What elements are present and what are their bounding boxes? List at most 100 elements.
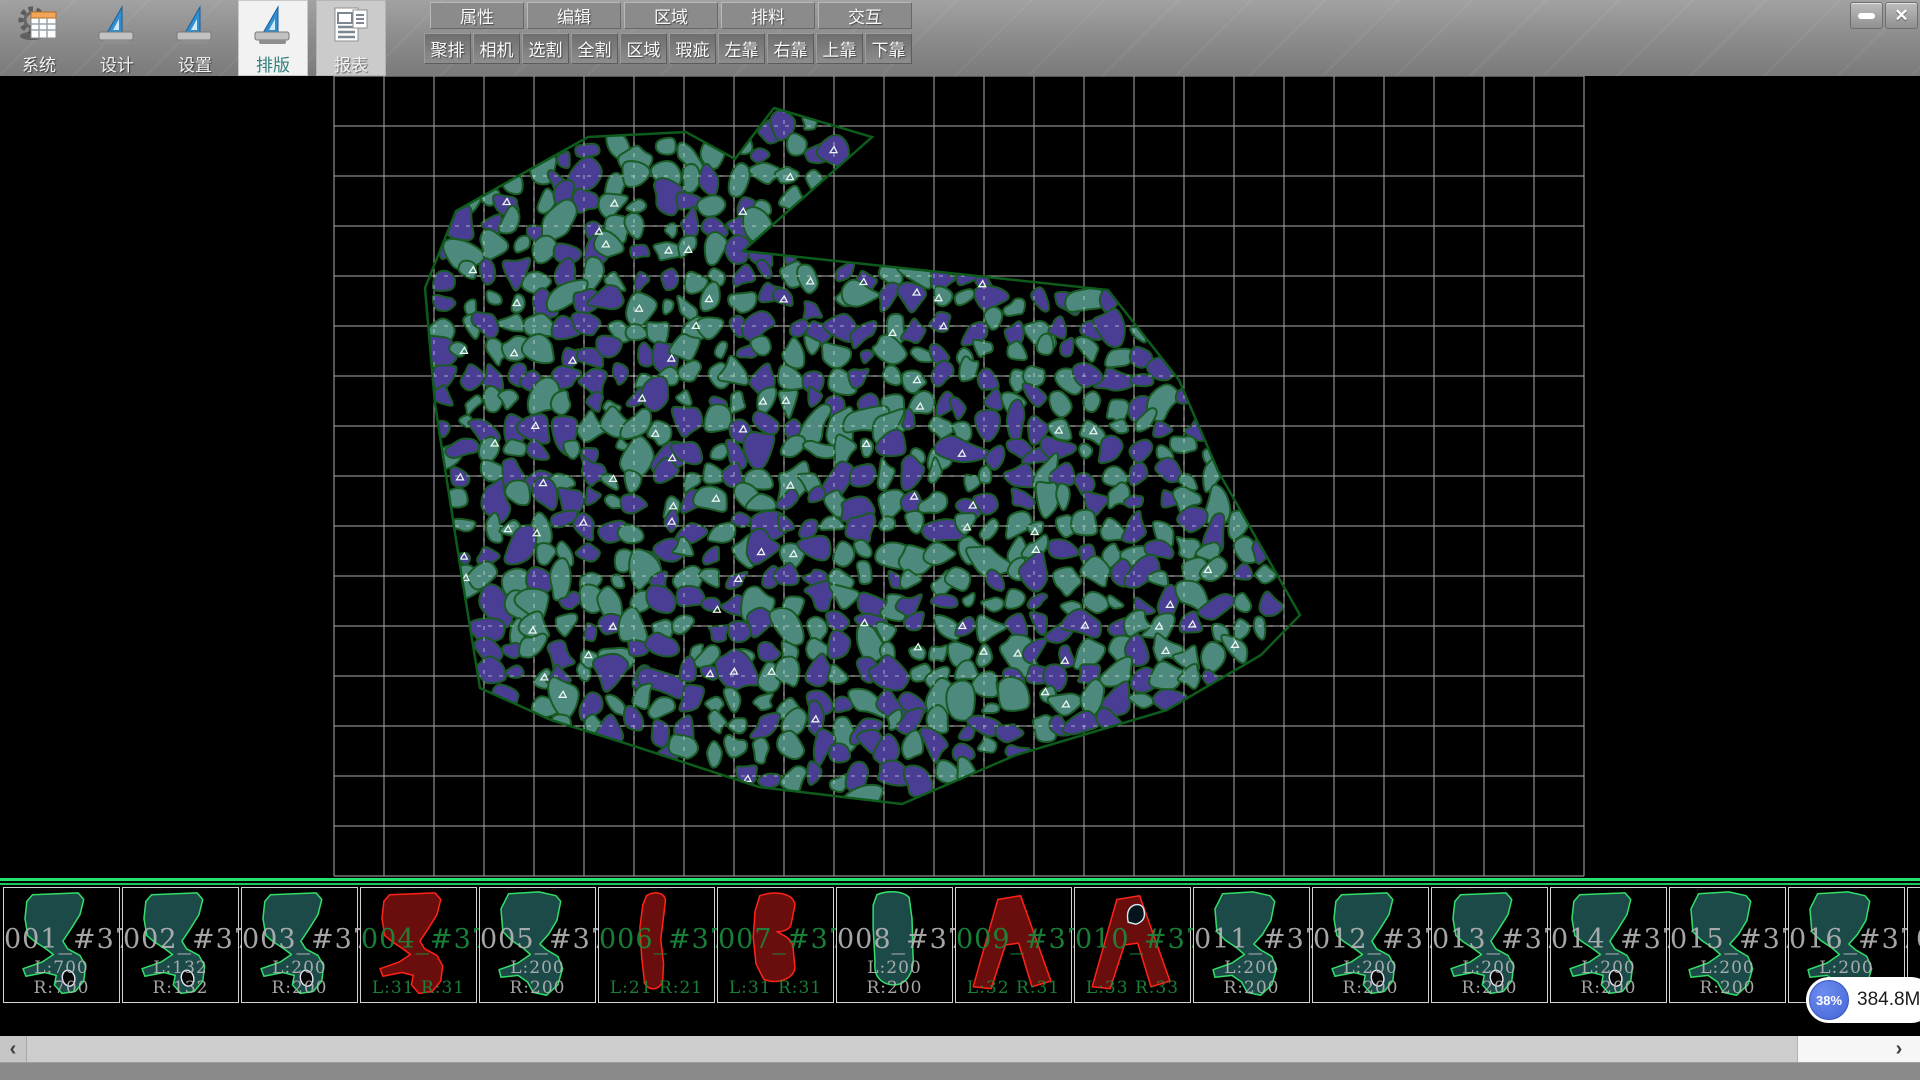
scroll-left-button[interactable]: ‹ xyxy=(0,1036,27,1062)
piece-lr-count: L:33 R:33 xyxy=(1075,978,1190,998)
piece-id: 004_#37 xyxy=(361,924,476,955)
piece-id: 010_#37 xyxy=(1075,924,1190,955)
close-icon: ✕ xyxy=(1894,7,1908,24)
progress-circle: 38% xyxy=(1809,980,1849,1020)
piece-id: 014_#37 xyxy=(1551,924,1666,955)
piece-thumbnail-11[interactable]: 011_#37L:200 R:200 xyxy=(1193,887,1310,1003)
piece-thumbnail-4[interactable]: 004_#37 L:31 R:31 xyxy=(360,887,477,1003)
strip-separator xyxy=(0,878,1920,885)
tool-bar: 聚排相机选割全割区域瑕疵左靠右靠上靠下靠 xyxy=(424,33,914,64)
piece-lr-count: L:32 R:31 xyxy=(956,978,1071,998)
progress-percent: 38% xyxy=(1816,993,1842,1008)
piece-id: 006_#37 xyxy=(599,924,714,955)
piece-lr-count: L:200 R:200 xyxy=(1551,958,1666,998)
piece-id: 0 xyxy=(1908,924,1920,955)
piece-id: 007_#37 xyxy=(718,924,833,955)
piece-thumbnail-6[interactable]: 006_#37 L:21 R:21 xyxy=(598,887,715,1003)
piece-id: 001_#37 xyxy=(4,924,119,955)
piece-thumbnail-10[interactable]: 010_#37 L:33 R:33 xyxy=(1074,887,1191,1003)
nesting-scene xyxy=(0,76,1920,878)
piece-lr-count: L:200 R:200 xyxy=(1313,958,1428,998)
piece-thumbnail-13[interactable]: 013_#37L:200 R:200 xyxy=(1431,887,1548,1003)
module-label: 报表 xyxy=(334,51,368,76)
menu-tabs: 属性编辑区域排料交互 xyxy=(430,2,915,29)
minimize-button[interactable] xyxy=(1850,2,1883,29)
tool-button-9[interactable]: 上靠 xyxy=(816,33,863,64)
module-label: 系统 xyxy=(22,51,56,76)
piece-lr-count: L:31 R:31 xyxy=(718,978,833,998)
menu-tab-5[interactable]: 交互 xyxy=(818,2,912,29)
piece-thumbnail-2[interactable]: 002_#37L:132 R:132 xyxy=(122,887,239,1003)
module-nesting-button[interactable]: 排版 xyxy=(238,0,308,76)
tool-button-6[interactable]: 瑕疵 xyxy=(669,33,716,64)
piece-lr-count: L:200 R:200 xyxy=(242,958,357,998)
close-button[interactable]: ✕ xyxy=(1885,2,1918,29)
menu-tab-4[interactable]: 排料 xyxy=(721,2,815,29)
piece-lr-count: L:200 R:200 xyxy=(1432,958,1547,998)
tool-button-8[interactable]: 右靠 xyxy=(767,33,814,64)
module-label: 设计 xyxy=(100,51,134,76)
app-window: 系统设计设置排版报表 属性编辑区域排料交互 聚排相机选割全割区域瑕疵左靠右靠上靠… xyxy=(0,0,1920,1080)
tool-button-1[interactable]: 聚排 xyxy=(424,33,471,64)
piece-lr-count: L:132 R:132 xyxy=(123,958,238,998)
module-label: 设置 xyxy=(178,51,212,76)
tool-button-4[interactable]: 全割 xyxy=(571,33,618,64)
piece-thumbnail-7[interactable]: 007_#37 L:31 R:31 xyxy=(717,887,834,1003)
piece-id: 005_#37 xyxy=(480,924,595,955)
piece-id: 008_#37 xyxy=(837,924,952,955)
tool-button-3[interactable]: 选割 xyxy=(522,33,569,64)
pieces-strip: 001_#37L:700 R:700002_#37L:132 R:132003_… xyxy=(0,878,1920,1008)
piece-thumbnail-14[interactable]: 014_#37L:200 R:200 xyxy=(1550,887,1667,1003)
piece-id: 009_#37 xyxy=(956,924,1071,955)
piece-thumbnail-5[interactable]: 005_#37L:200 R:200 xyxy=(479,887,596,1003)
tool-button-10[interactable]: 下靠 xyxy=(865,33,912,64)
horizontal-scrollbar[interactable]: ‹ › xyxy=(0,1036,1920,1062)
piece-thumbnail-8[interactable]: 008_#37L:200 R:200 xyxy=(836,887,953,1003)
tool-button-2[interactable]: 相机 xyxy=(473,33,520,64)
nesting-icon xyxy=(250,3,296,49)
piece-id: 002_#37 xyxy=(123,924,238,955)
piece-lr-count: L:200 R:200 xyxy=(837,958,952,998)
piece-thumbnail-15[interactable]: 015_#37L:200 R:200 xyxy=(1669,887,1786,1003)
module-design-button[interactable]: 设计 xyxy=(82,0,152,76)
piece-thumbnail-3[interactable]: 003_#37L:200 R:200 xyxy=(241,887,358,1003)
piece-thumbnail-9[interactable]: 009_#37 L:32 R:31 xyxy=(955,887,1072,1003)
piece-thumbnail-1[interactable]: 001_#37L:700 R:700 xyxy=(3,887,120,1003)
module-label: 排版 xyxy=(256,51,290,76)
status-bar xyxy=(0,1062,1920,1080)
scroll-right-button[interactable]: › xyxy=(1884,1036,1914,1062)
piece-id: 013_#37 xyxy=(1432,924,1547,955)
piece-lr-count: L:21 R:21 xyxy=(599,978,714,998)
piece-lr-count: L:200 R:200 xyxy=(1194,958,1309,998)
report-icon xyxy=(328,3,374,49)
piece-id: 011_#37 xyxy=(1194,924,1309,955)
memory-value: 384.8M xyxy=(1857,989,1920,1011)
window-controls: ✕ xyxy=(1848,2,1918,29)
piece-thumbnails: 001_#37L:700 R:700002_#37L:132 R:132003_… xyxy=(0,887,1920,1003)
design-icon xyxy=(94,3,140,49)
piece-id: 012_#37 xyxy=(1313,924,1428,955)
titlebar: 系统设计设置排版报表 属性编辑区域排料交互 聚排相机选割全割区域瑕疵左靠右靠上靠… xyxy=(0,0,1920,77)
module-report-button[interactable]: 报表 xyxy=(316,0,386,76)
piece-id: 016_#37 xyxy=(1789,924,1904,955)
memory-badge: 38% 384.8M xyxy=(1806,977,1920,1023)
minimize-icon xyxy=(1858,13,1875,19)
menu-tab-2[interactable]: 编辑 xyxy=(527,2,621,29)
system-gear-icon xyxy=(16,3,62,49)
tool-button-5[interactable]: 区域 xyxy=(620,33,667,64)
piece-lr-count: L:200 R:200 xyxy=(480,958,595,998)
nesting-canvas[interactable] xyxy=(0,76,1920,878)
piece-lr-count: L:700 R:700 xyxy=(4,958,119,998)
scrollbar-thumb[interactable] xyxy=(27,1036,1798,1062)
piece-id: 003_#37 xyxy=(242,924,357,955)
settings-icon xyxy=(172,3,218,49)
piece-id: 015_#37 xyxy=(1670,924,1785,955)
tool-button-7[interactable]: 左靠 xyxy=(718,33,765,64)
module-system-button[interactable]: 系统 xyxy=(4,0,74,76)
module-settings-button[interactable]: 设置 xyxy=(160,0,230,76)
piece-lr-count: L:31 R:31 xyxy=(361,978,476,998)
menu-tab-3[interactable]: 区域 xyxy=(624,2,718,29)
module-bar: 系统 设计 设置 排版 报表 xyxy=(4,0,394,76)
menu-tab-1[interactable]: 属性 xyxy=(430,2,524,29)
piece-thumbnail-12[interactable]: 012_#37L:200 R:200 xyxy=(1312,887,1429,1003)
